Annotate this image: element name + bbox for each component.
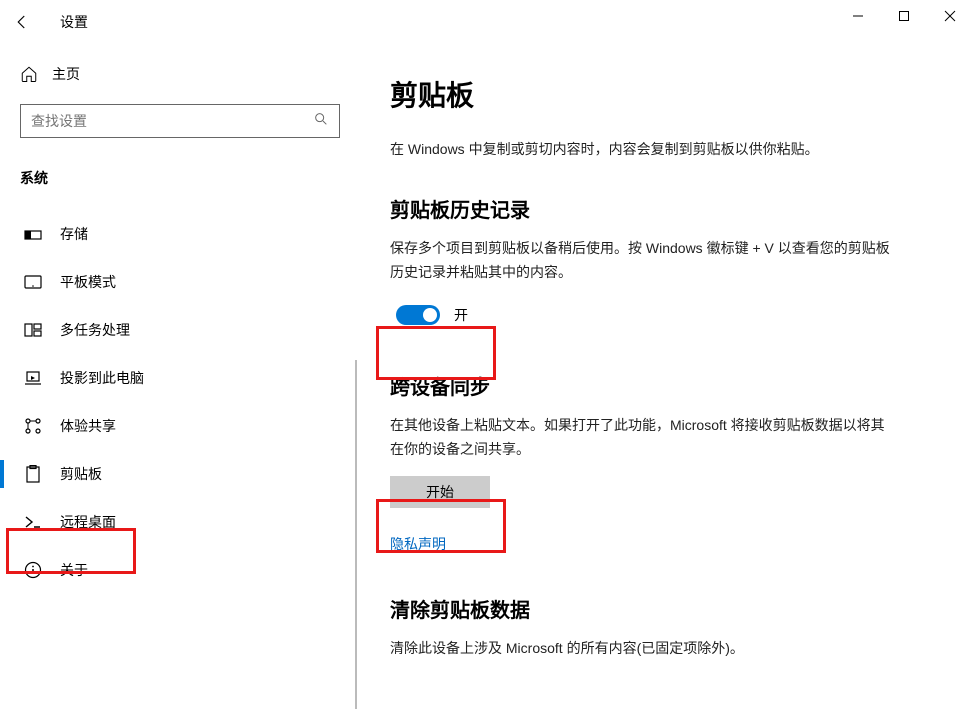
home-label: 主页 <box>52 64 80 84</box>
clear-desc: 清除此设备上涉及 Microsoft 的所有内容(已固定项除外)。 <box>390 637 890 661</box>
nav-item-tablet[interactable]: 平板模式 <box>0 258 335 306</box>
storage-icon <box>24 227 42 241</box>
nav-item-project[interactable]: 投影到此电脑 <box>0 354 335 402</box>
page-title: 剪贴板 <box>390 74 933 114</box>
page-intro: 在 Windows 中复制或剪切内容时，内容会复制到剪贴板以供你粘贴。 <box>390 138 933 160</box>
category-label: 系统 <box>20 168 335 188</box>
sidebar: 主页 系统 存储 平板模式 多任务处理 投影到此电脑 <box>0 44 355 709</box>
maximize-button[interactable] <box>881 0 927 32</box>
home-icon <box>20 65 38 83</box>
history-toggle-label: 开 <box>454 305 468 325</box>
sync-heading: 跨设备同步 <box>390 371 933 400</box>
window-controls <box>835 0 973 32</box>
close-button[interactable] <box>927 0 973 32</box>
history-desc: 保存多个项目到剪贴板以备稍后使用。按 Windows 徽标键 + V 以查看您的… <box>390 237 890 285</box>
project-icon <box>24 371 42 385</box>
nav-list: 存储 平板模式 多任务处理 投影到此电脑 体验共享 剪贴板 <box>0 210 335 594</box>
nav-item-storage[interactable]: 存储 <box>0 210 335 258</box>
nav-item-remote[interactable]: 远程桌面 <box>0 498 335 546</box>
nav-label: 关于 <box>60 560 88 580</box>
nav-item-about[interactable]: 关于 <box>0 546 335 594</box>
sync-start-button[interactable]: 开始 <box>390 476 490 508</box>
nav-label: 平板模式 <box>60 272 116 292</box>
maximize-icon <box>898 10 910 22</box>
nav-label: 存储 <box>60 224 88 244</box>
toggle-knob <box>423 308 437 322</box>
window-title: 设置 <box>60 12 88 32</box>
nav-item-multitask[interactable]: 多任务处理 <box>0 306 335 354</box>
sync-desc: 在其他设备上粘贴文本。如果打开了此功能，Microsoft 将接收剪贴板数据以将… <box>390 414 890 462</box>
nav-label: 体验共享 <box>60 416 116 436</box>
remote-icon <box>24 515 42 529</box>
search-icon <box>313 111 329 132</box>
search-input[interactable] <box>31 113 313 129</box>
clear-heading: 清除剪贴板数据 <box>390 594 933 623</box>
nav-label: 远程桌面 <box>60 512 116 532</box>
shared-icon <box>24 417 42 435</box>
tablet-icon <box>24 275 42 289</box>
search-box[interactable] <box>20 104 340 138</box>
arrow-left-icon <box>13 13 31 31</box>
clipboard-icon <box>24 465 42 483</box>
main-panel: 剪贴板 在 Windows 中复制或剪切内容时，内容会复制到剪贴板以供你粘贴。 … <box>355 44 973 709</box>
nav-label: 投影到此电脑 <box>60 368 144 388</box>
about-icon <box>24 561 42 579</box>
minimize-button[interactable] <box>835 0 881 32</box>
home-link[interactable]: 主页 <box>20 64 335 84</box>
nav-label: 剪贴板 <box>60 464 102 484</box>
titlebar: 设置 <box>0 0 973 44</box>
nav-item-clipboard[interactable]: 剪贴板 <box>0 450 335 498</box>
history-heading: 剪贴板历史记录 <box>390 194 933 223</box>
nav-label: 多任务处理 <box>60 320 130 340</box>
multitask-icon <box>24 323 42 337</box>
back-button[interactable] <box>0 0 44 44</box>
history-toggle[interactable] <box>396 305 440 325</box>
history-toggle-row: 开 <box>390 299 933 331</box>
nav-item-shared[interactable]: 体验共享 <box>0 402 335 450</box>
close-icon <box>944 10 956 22</box>
minimize-icon <box>852 10 864 22</box>
privacy-link[interactable]: 隐私声明 <box>390 534 446 554</box>
